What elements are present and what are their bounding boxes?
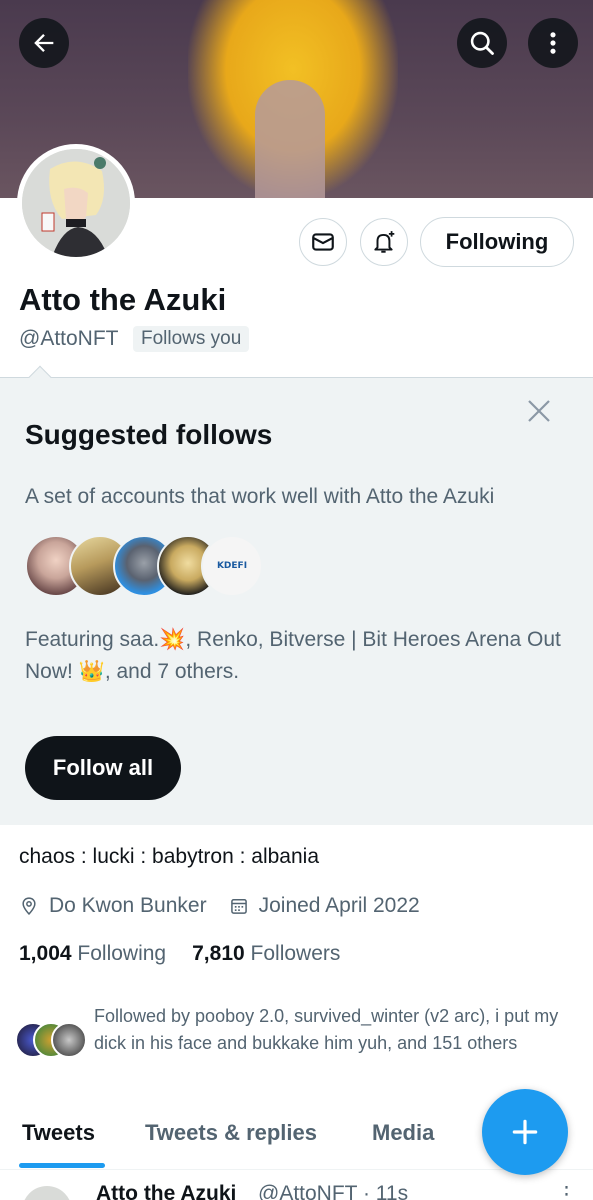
bell-plus-icon (374, 231, 395, 253)
follow-counts: 1,004 Following 7,810 Followers (19, 942, 366, 966)
suggested-avatar: KDEFI (201, 535, 263, 597)
plus-icon (512, 1119, 538, 1145)
followed-by-avatars[interactable] (15, 1022, 87, 1060)
following-label: Following (77, 942, 167, 965)
avatar-image (22, 149, 130, 257)
tab-media[interactable]: Media (372, 1120, 434, 1146)
location-item: Do Kwon Bunker (19, 894, 207, 918)
message-button[interactable] (299, 218, 347, 266)
joined-item: Joined April 2022 (229, 894, 420, 918)
profile-handle: @AttoNFT (19, 327, 119, 350)
active-tab-indicator (19, 1163, 105, 1168)
more-options-button[interactable] (528, 18, 578, 68)
suggested-featuring: Featuring saa.💥, Renko, Bitverse | Bit H… (25, 628, 561, 683)
location-pin-icon (22, 897, 36, 915)
tweet-author-name: Atto the Azuki (96, 1182, 237, 1200)
notifications-button[interactable] (360, 218, 408, 266)
following-button[interactable]: Following (420, 217, 574, 267)
joined-text: Joined April 2022 (258, 894, 420, 917)
followed-by-avatar (51, 1022, 87, 1058)
followers-label: Followers (250, 942, 341, 965)
tab-tweets[interactable]: Tweets (22, 1120, 95, 1146)
mail-icon (312, 233, 334, 251)
banner-figure-body (255, 80, 325, 198)
followers-count-link[interactable]: 7,810 Followers (192, 942, 340, 966)
follows-you-badge: Follows you (133, 326, 250, 352)
profile-name: Atto the Azuki (19, 282, 227, 317)
calendar-icon (230, 899, 247, 914)
more-vertical-icon (550, 32, 556, 54)
compose-tweet-button[interactable] (482, 1089, 568, 1175)
profile-meta: Do Kwon Bunker Joined April 2022 (19, 894, 442, 918)
following-count-link[interactable]: 1,004 Following (19, 942, 166, 966)
tweet-avatar (22, 1186, 72, 1200)
search-button[interactable] (457, 18, 507, 68)
tab-tweets-replies[interactable]: Tweets & replies (145, 1120, 317, 1146)
location-text: Do Kwon Bunker (49, 894, 207, 917)
profile-avatar[interactable] (17, 144, 135, 262)
profile-bio: chaos : lucki : babytron : albania (19, 845, 320, 868)
followers-count: 7,810 (192, 942, 245, 965)
tweet-more-icon[interactable]: ⋮ (556, 1182, 577, 1200)
close-icon[interactable] (524, 396, 554, 426)
tweet-preview[interactable]: Atto the Azuki @AttoNFT · 11s ⋮ (0, 1172, 593, 1200)
search-icon (470, 31, 494, 55)
tweet-author-handle: @AttoNFT · 11s (258, 1182, 409, 1200)
back-button[interactable] (19, 18, 69, 68)
panel-pointer (28, 365, 52, 389)
kdefi-logo-text: KDEFI (216, 561, 248, 571)
suggested-follows-panel: Suggested follows A set of accounts that… (0, 365, 593, 825)
suggested-avatars[interactable]: KDEFI (25, 535, 265, 599)
suggested-subtitle: A set of accounts that work well with At… (25, 485, 495, 508)
arrow-left-icon (34, 34, 54, 52)
suggested-title: Suggested follows (25, 419, 273, 450)
followed-by-text[interactable]: Followed by pooboy 2.0, survived_winter … (94, 1003, 574, 1057)
following-count: 1,004 (19, 942, 72, 965)
follow-all-button[interactable]: Follow all (25, 736, 181, 800)
